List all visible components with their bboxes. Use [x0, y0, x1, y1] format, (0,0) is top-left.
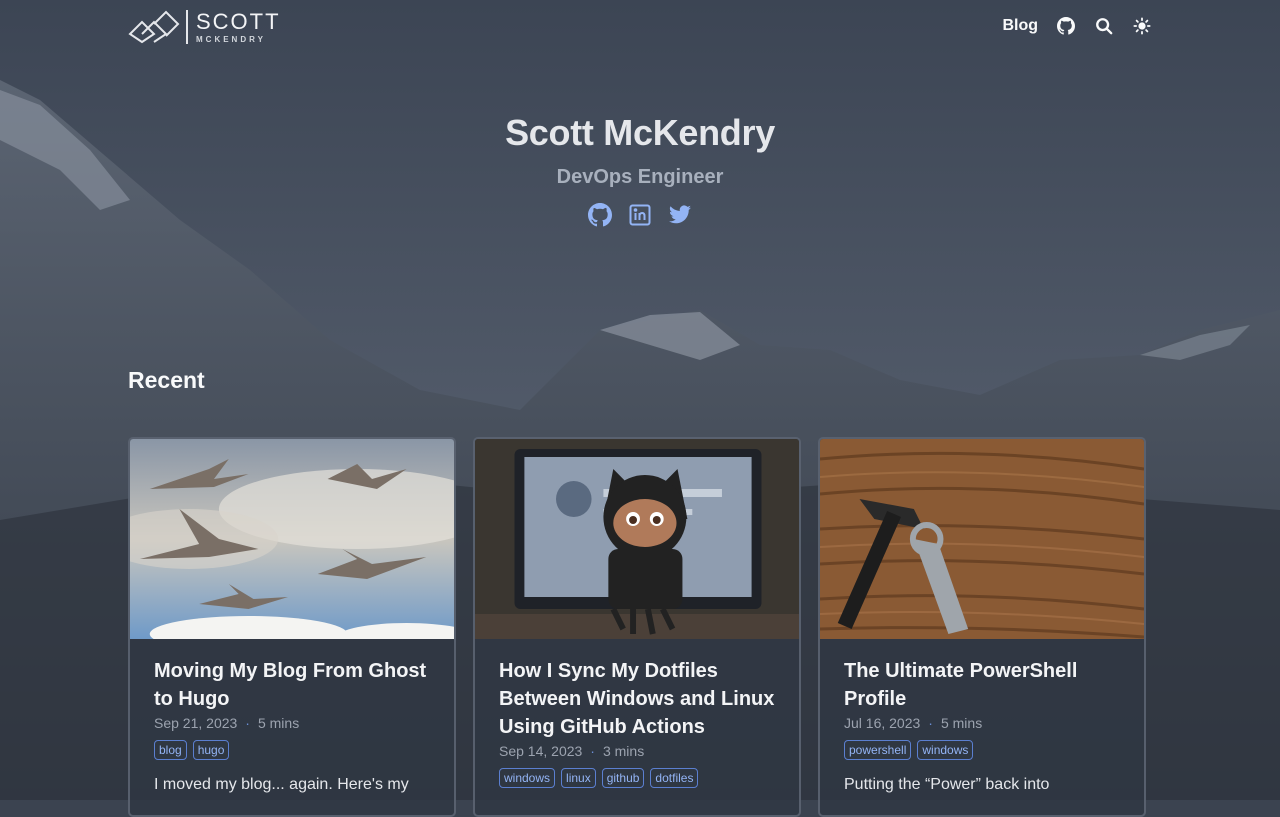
social-links — [0, 203, 1280, 227]
post-tags: blog hugo — [154, 740, 430, 760]
author-name: Scott McKendry — [505, 112, 775, 153]
post-read-time: 5 mins — [940, 715, 983, 731]
post-meta: Jul 16, 2023 · 5 mins — [844, 715, 1120, 731]
post-thumbnail-tools — [820, 439, 1144, 639]
logo-divider — [186, 10, 188, 44]
post-thumbnail-octocat — [475, 439, 799, 639]
tag-windows[interactable]: windows — [917, 740, 974, 760]
post-excerpt: Putting the “Power” back into — [844, 776, 1050, 793]
logo-mark-icon — [128, 10, 180, 44]
linkedin-icon[interactable] — [628, 203, 652, 227]
post-card[interactable]: The Ultimate PowerShell Profile Jul 16, … — [818, 437, 1146, 817]
post-meta: Sep 21, 2023 · 5 mins — [154, 715, 430, 731]
post-date: Sep 14, 2023 — [499, 743, 583, 759]
site-logo[interactable]: SCOTT MCKENDRY — [128, 8, 281, 46]
post-title[interactable]: How I Sync My Dotfiles Between Windows a… — [499, 657, 775, 741]
tag-dotfiles[interactable]: dotfiles — [650, 768, 699, 788]
tag-powershell[interactable]: powershell — [844, 740, 912, 760]
post-card[interactable]: How I Sync My Dotfiles Between Windows a… — [473, 437, 801, 817]
tag-hugo[interactable]: hugo — [192, 740, 230, 760]
post-card[interactable]: Moving My Blog From Ghost to Hugo Sep 21… — [128, 437, 456, 817]
tag-github[interactable]: github — [601, 768, 645, 788]
post-date: Sep 21, 2023 — [154, 715, 238, 731]
meta-separator: · — [590, 743, 595, 759]
post-read-time: 5 mins — [257, 715, 300, 731]
logo-text: SCOTT MCKENDRY — [196, 8, 281, 44]
post-read-time: 3 mins — [602, 743, 645, 759]
post-title[interactable]: The Ultimate PowerShell Profile — [844, 657, 1120, 713]
search-icon[interactable] — [1094, 16, 1114, 36]
post-thumbnail-cranes — [130, 439, 454, 639]
nav-blog-link[interactable]: Blog — [1002, 17, 1038, 35]
recent-section-title: Recent — [128, 367, 205, 393]
meta-separator: · — [245, 715, 250, 731]
github-icon[interactable] — [1056, 16, 1076, 36]
github-icon[interactable] — [588, 203, 612, 227]
meta-separator: · — [928, 715, 933, 731]
post-tags: windows linux github dotfiles — [499, 768, 775, 788]
post-title[interactable]: Moving My Blog From Ghost to Hugo — [154, 657, 430, 713]
post-tags: powershell windows — [844, 740, 1120, 760]
tag-blog[interactable]: blog — [154, 740, 187, 760]
top-nav: Blog — [1002, 14, 1152, 38]
logo-top-text: SCOTT — [196, 8, 281, 34]
post-excerpt: I moved my blog... again. Here's my — [154, 776, 409, 793]
hero: Scott McKendry DevOps Engineer — [0, 112, 1280, 227]
author-role: DevOps Engineer — [556, 166, 724, 188]
recent-posts: Moving My Blog From Ghost to Hugo Sep 21… — [128, 437, 1146, 817]
twitter-icon[interactable] — [668, 203, 692, 227]
logo-bottom-text: MCKENDRY — [196, 34, 266, 44]
post-date: Jul 16, 2023 — [844, 715, 921, 731]
theme-toggle-icon[interactable] — [1132, 16, 1152, 36]
tag-windows[interactable]: windows — [499, 768, 556, 788]
post-meta: Sep 14, 2023 · 3 mins — [499, 743, 775, 759]
tag-linux[interactable]: linux — [561, 768, 596, 788]
